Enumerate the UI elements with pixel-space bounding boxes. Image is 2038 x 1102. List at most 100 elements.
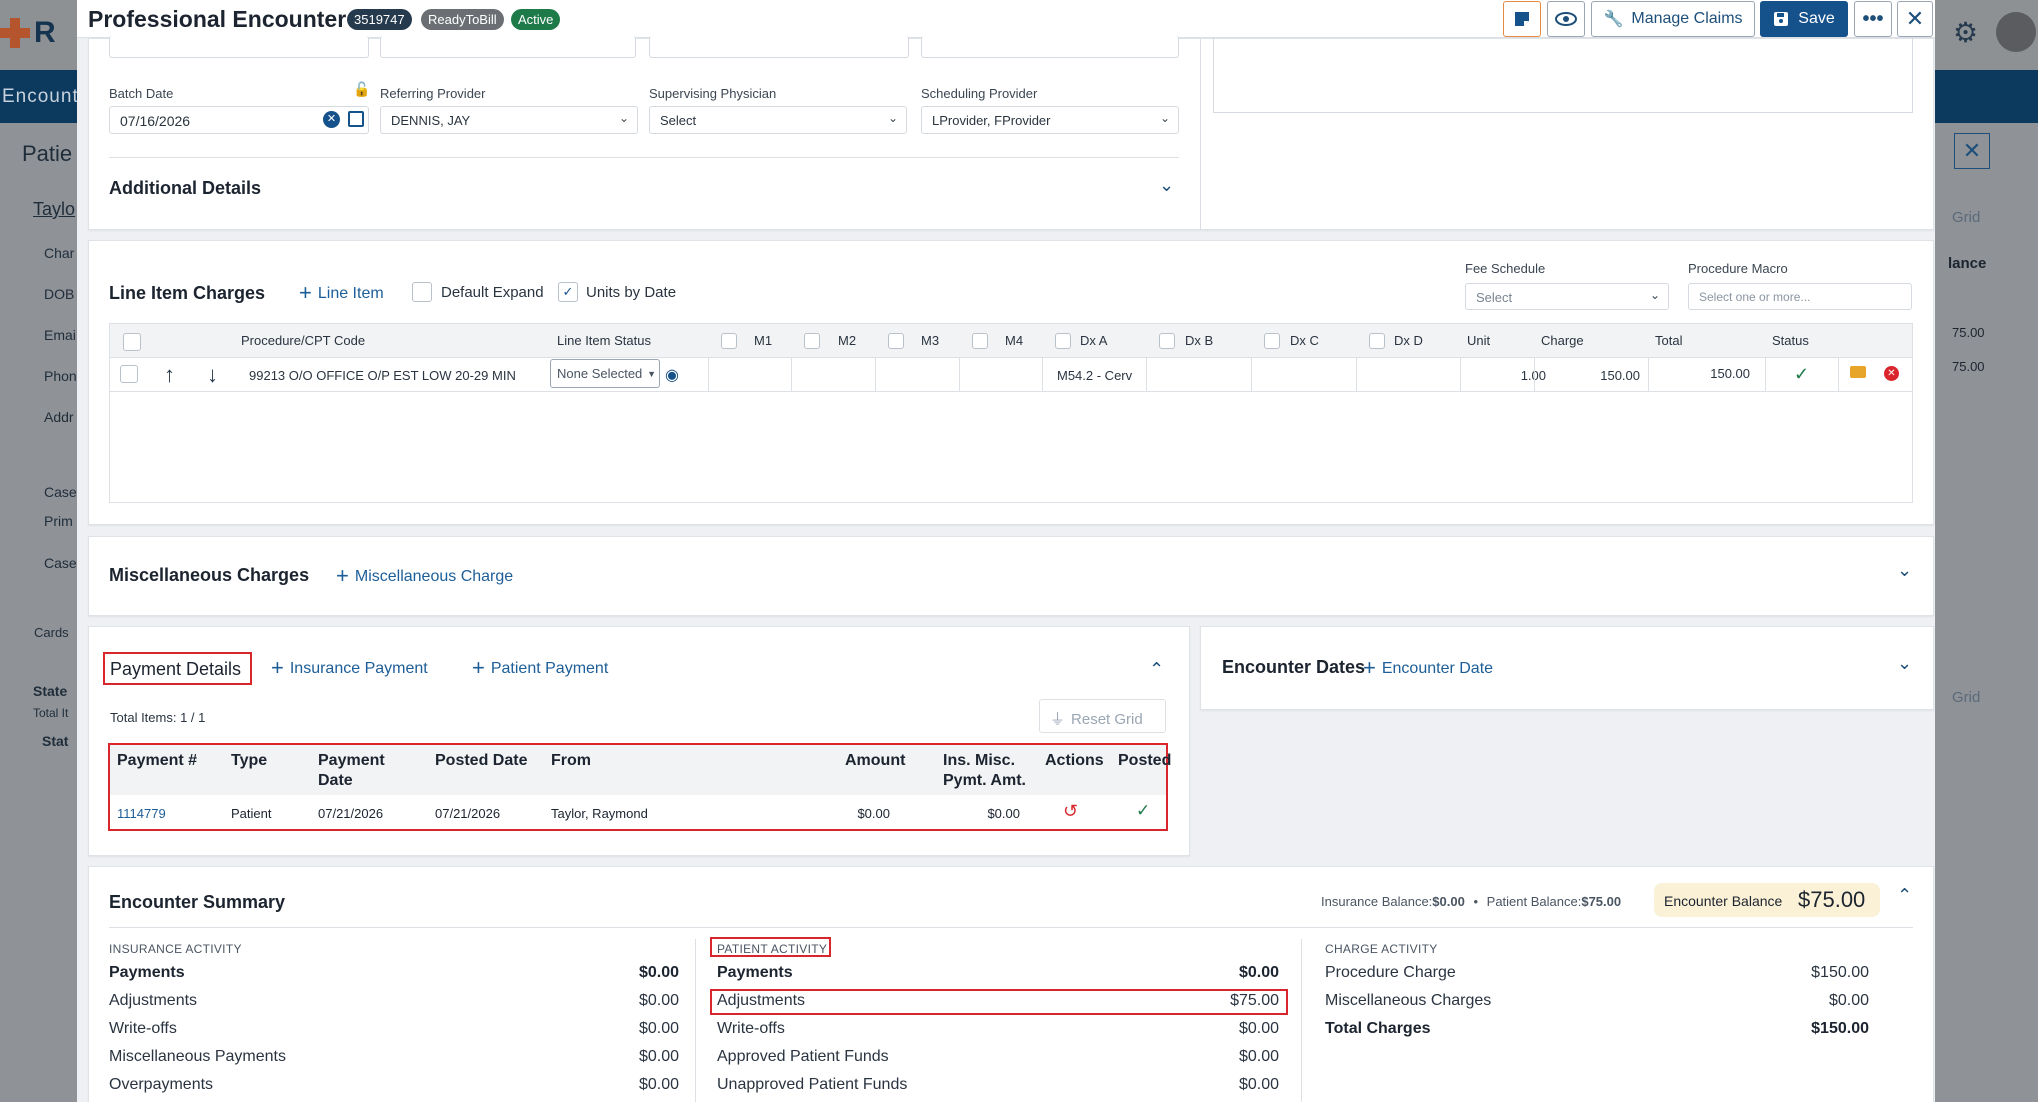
date-field[interactable] xyxy=(649,36,909,58)
close-modal-button[interactable]: ✕ xyxy=(1897,1,1933,37)
chevron-down-icon[interactable]: ⌄ xyxy=(1897,560,1912,581)
chevron-up-icon[interactable]: ⌄ xyxy=(1897,883,1912,904)
charge-value[interactable]: 150.00 xyxy=(1580,368,1640,383)
units-by-date-checkbox[interactable]: ✓ xyxy=(558,282,578,302)
table-row[interactable]: ↑ ↓ 99213 O/O OFFICE O/P EST LOW 20-29 M… xyxy=(110,358,1912,392)
dx-a-value[interactable]: M54.2 - Cerv xyxy=(1057,368,1153,383)
add-miscellaneous-charge-button[interactable]: + Miscellaneous Charge xyxy=(336,563,513,589)
patient-balance-value: $75.00 xyxy=(1581,894,1622,909)
divider xyxy=(109,157,1179,158)
eye-icon xyxy=(1555,12,1577,26)
unit-value[interactable]: 1.00 xyxy=(1506,368,1546,383)
table-row[interactable]: 1114779 Patient 07/21/2026 07/21/2026 Ta… xyxy=(110,795,1166,829)
supervising-physician-label: Supervising Physician xyxy=(649,86,777,101)
procedure-macro-placeholder: Select one or more... xyxy=(1699,290,1811,304)
column-header: M2 xyxy=(838,333,857,348)
add-line-item-button[interactable]: + Line Item xyxy=(299,280,384,306)
filter-clear-icon: ⏚ xyxy=(1050,711,1066,728)
summary-row-value: $0.00 xyxy=(1238,964,1279,981)
scheduling-provider-select[interactable]: LProvider, FProvider ⌄ xyxy=(921,106,1179,134)
save-button[interactable]: Save xyxy=(1760,1,1848,37)
add-encounter-date-button[interactable]: + Encounter Date xyxy=(1363,655,1493,681)
batch-date-input[interactable]: 07/16/2026 ✕ xyxy=(109,106,369,134)
summary-row-value: $0.00 xyxy=(1238,1076,1279,1093)
move-up-arrow-icon[interactable]: ↑ xyxy=(164,362,175,388)
plus-icon: + xyxy=(271,655,284,680)
balance-summary: Insurance Balance:$0.00 • Patient Balanc… xyxy=(1321,894,1621,909)
default-expand-checkbox[interactable] xyxy=(412,282,432,302)
procedure-code[interactable]: 99213 O/O OFFICE O/P EST LOW 20-29 MIN xyxy=(249,368,516,383)
reset-grid-button[interactable]: ⏚ Reset Grid xyxy=(1039,699,1166,733)
select-all-checkbox[interactable] xyxy=(123,333,141,351)
background-close-icon[interactable]: ✕ xyxy=(1954,133,1990,169)
payment-details-card: Payment Details + Insurance Payment + Pati… xyxy=(88,626,1190,856)
encounter-summary-heading: Encounter Summary xyxy=(109,892,286,912)
summary-row-label: Approved Patient Funds xyxy=(717,1048,889,1065)
m2-checkbox[interactable] xyxy=(804,333,820,349)
background-page-title: Patie xyxy=(22,141,73,166)
m4-checkbox[interactable] xyxy=(972,333,988,349)
line-item-status-select[interactable]: None Selected ▼ xyxy=(550,359,660,388)
clear-date-icon[interactable]: ✕ xyxy=(323,111,340,128)
field-select[interactable] xyxy=(380,36,636,58)
notes-textarea[interactable] xyxy=(1213,37,1913,113)
cell-divider xyxy=(1838,358,1839,392)
charge-activity-title: CHARGE ACTIVITY xyxy=(1325,942,1438,956)
m3-checkbox[interactable] xyxy=(888,333,904,349)
fee-schedule-select[interactable]: Select ⌄ xyxy=(1465,283,1669,310)
background-right-label: 75.00 xyxy=(1952,359,1985,374)
billing-provider-select[interactable] xyxy=(109,36,369,58)
floppy-disk-icon xyxy=(1774,12,1789,26)
background-right-label: Grid xyxy=(1952,209,1981,226)
procedure-macro-select[interactable]: Select one or more... xyxy=(1688,283,1912,310)
field-select[interactable] xyxy=(921,36,1179,58)
chevron-up-icon[interactable]: ⌄ xyxy=(1149,657,1164,678)
referring-provider-value: DENNIS, JAY xyxy=(391,113,471,128)
note-icon xyxy=(1515,12,1529,26)
chevron-down-icon[interactable]: ⌄ xyxy=(1897,653,1912,674)
dx-a-checkbox[interactable] xyxy=(1055,333,1071,349)
delete-row-icon[interactable]: ✕ xyxy=(1884,366,1899,381)
plus-icon: + xyxy=(299,280,312,305)
summary-row-label: Write-offs xyxy=(717,1020,785,1037)
dx-d-checkbox[interactable] xyxy=(1369,333,1385,349)
add-patient-payment-button[interactable]: + Patient Payment xyxy=(472,655,608,681)
background-side-label: Addr xyxy=(44,409,74,425)
providers-card: Batch Date 🔓 07/16/2026 ✕ Referring Prov… xyxy=(88,36,1208,231)
dx-c-checkbox[interactable] xyxy=(1264,333,1280,349)
caret-down-icon: ▼ xyxy=(647,369,656,379)
notes-card xyxy=(1201,37,1934,230)
manage-claims-button[interactable]: 🔧 Manage Claims xyxy=(1591,1,1755,37)
background-patient-link[interactable]: Taylo xyxy=(33,199,75,220)
referring-provider-select[interactable]: DENNIS, JAY ⌄ xyxy=(380,106,638,134)
chevron-down-icon[interactable]: ⌄ xyxy=(1159,175,1174,196)
encounter-balance-value: $75.00 xyxy=(1798,887,1866,912)
background-total-label: Total It xyxy=(33,706,69,720)
settings-gear-icon[interactable]: ⚙ xyxy=(1953,16,1978,49)
dx-b-checkbox[interactable] xyxy=(1159,333,1175,349)
payment-details-heading: Payment Details xyxy=(110,659,242,679)
user-avatar[interactable] xyxy=(1996,12,2036,52)
more-options-button[interactable]: ••• xyxy=(1854,1,1892,37)
preview-button[interactable] xyxy=(1547,1,1585,37)
reverse-payment-icon[interactable]: ↺ xyxy=(1063,801,1078,822)
sticky-note-button[interactable] xyxy=(1503,1,1541,37)
move-down-arrow-icon[interactable]: ↓ xyxy=(207,362,218,388)
fee-schedule-value: Select xyxy=(1476,290,1513,305)
m1-checkbox[interactable] xyxy=(721,333,737,349)
folder-icon[interactable] xyxy=(1850,366,1866,378)
ellipsis-icon: ••• xyxy=(1862,7,1884,30)
insurance-balance-value: $0.00 xyxy=(1432,894,1465,909)
add-insurance-payment-button[interactable]: + Insurance Payment xyxy=(271,655,428,681)
column-header: From xyxy=(551,752,591,769)
eye-icon[interactable]: ◉ xyxy=(665,365,679,385)
unlock-icon[interactable]: 🔓 xyxy=(353,81,370,98)
row-checkbox[interactable] xyxy=(120,365,138,383)
supervising-physician-select[interactable]: Select ⌄ xyxy=(649,106,907,134)
column-header: M1 xyxy=(754,333,773,348)
payment-number-link[interactable]: 1114779 xyxy=(117,806,166,821)
cell-divider xyxy=(1534,358,1535,392)
cell-divider xyxy=(1648,358,1649,392)
calendar-icon[interactable] xyxy=(348,111,364,127)
chevron-down-icon: ⌄ xyxy=(1159,111,1170,125)
